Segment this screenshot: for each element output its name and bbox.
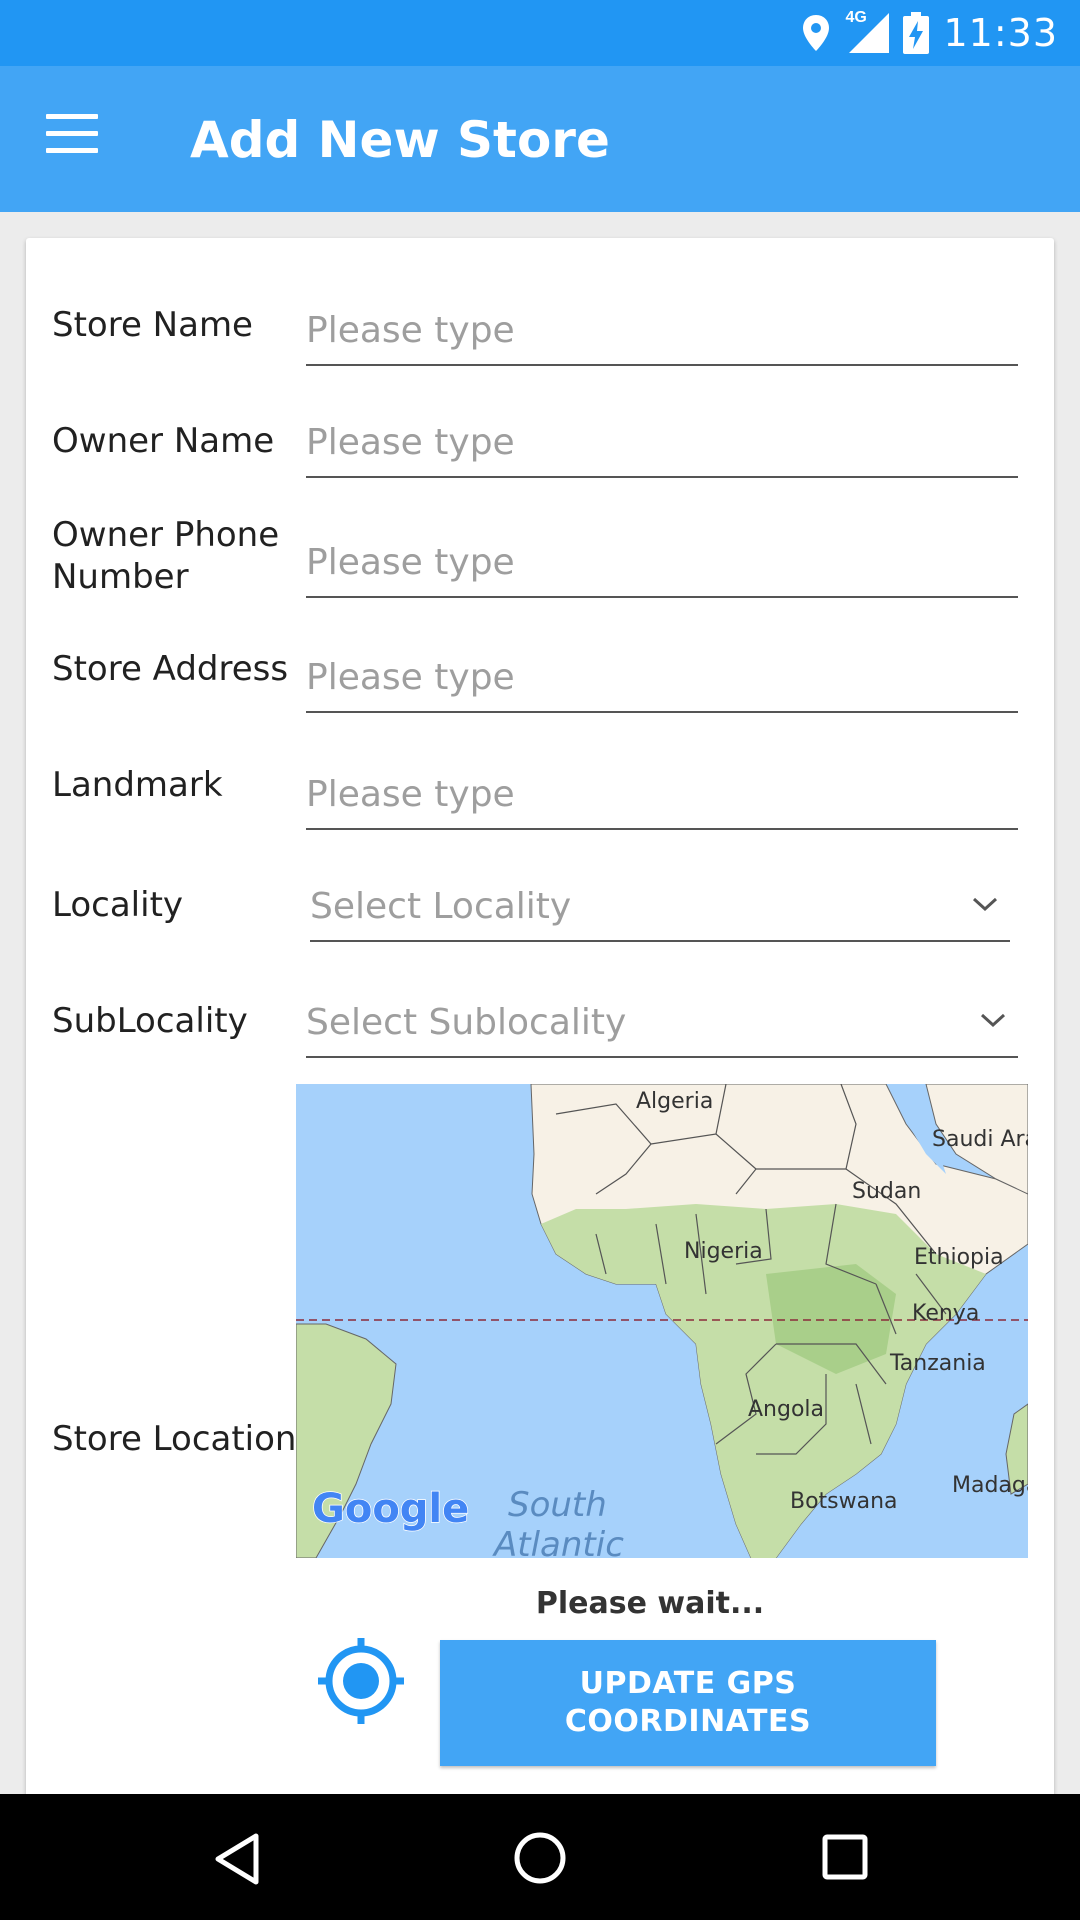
store-location-map[interactable]: Algeria Saudi Ara Sudan Nigeria Ethiopia… [296,1084,1028,1558]
status-bar: 4G 11:33 [0,0,1080,66]
map-label-sudan: Sudan [852,1179,921,1204]
owner-phone-input[interactable] [306,528,1018,598]
location-icon [803,15,830,51]
store-name-label: Store Name [52,305,253,345]
owner-name-label: Owner Name [52,421,275,461]
network-type: 4G [845,9,867,26]
update-gps-button[interactable]: UPDATE GPS COORDINATES [440,1640,936,1766]
map-label-ethiopia: Ethiopia [914,1245,1004,1270]
map-label-angola: Angola [748,1397,824,1422]
store-address-input[interactable] [306,643,1018,713]
gps-status-text: Please wait... [535,1586,765,1621]
store-name-input[interactable] [306,296,1018,366]
landmark-input[interactable] [306,760,1018,830]
map-label-madagascar: Madaga [952,1473,1028,1498]
map-label-kenya: Kenya [912,1301,979,1326]
owner-phone-label: Owner Phone Number [52,514,279,598]
store-form-card: Store Name Owner Name Owner Phone Number… [26,238,1054,1798]
map-label-saudi: Saudi Ara [932,1127,1028,1152]
locality-dropdown[interactable]: Select Locality [310,872,1010,942]
locality-label: Locality [52,885,184,925]
sublocality-label: SubLocality [52,1001,248,1041]
sublocality-dropdown[interactable]: Select Sublocality [306,988,1018,1058]
battery-charging-icon [903,12,930,54]
google-logo: Google [312,1486,469,1532]
navigation-bar [0,1794,1080,1920]
home-icon[interactable] [512,1830,568,1886]
signal-icon: 4G [845,9,890,55]
map-ocean-label-line1: South [508,1485,607,1525]
map-label-botswana: Botswana [790,1489,898,1514]
map-canvas[interactable]: Algeria Saudi Ara Sudan Nigeria Ethiopia… [296,1084,1028,1558]
recents-icon[interactable] [820,1832,870,1882]
map-ocean-label-line2: Atlantic [492,1525,624,1558]
page-title: Add New Store [190,111,610,169]
update-gps-button-label: UPDATE GPS COORDINATES [564,1666,812,1739]
status-icons: 4G 11:33 [801,0,1058,66]
map-label-algeria: Algeria [636,1089,713,1114]
sublocality-selected: Select Sublocality [306,1002,627,1043]
owner-phone-label-line1: Owner Phone [52,515,280,555]
hamburger-menu-icon[interactable] [46,114,98,154]
map-label-nigeria: Nigeria [684,1239,763,1264]
back-icon[interactable] [212,1832,262,1886]
app-bar: Add New Store [0,66,1080,212]
store-location-label: Store Location [52,1419,297,1459]
store-address-label: Store Address [52,649,289,689]
landmark-label: Landmark [52,765,223,805]
owner-phone-label-line2: Number [52,557,189,597]
owner-name-input[interactable] [306,408,1018,478]
chevron-down-icon [972,897,998,912]
chevron-down-icon [980,1013,1006,1028]
locality-selected: Select Locality [310,886,572,927]
map-label-tanzania: Tanzania [889,1351,986,1376]
status-time: 11:33 [943,11,1058,55]
gps-target-icon[interactable] [316,1636,406,1726]
